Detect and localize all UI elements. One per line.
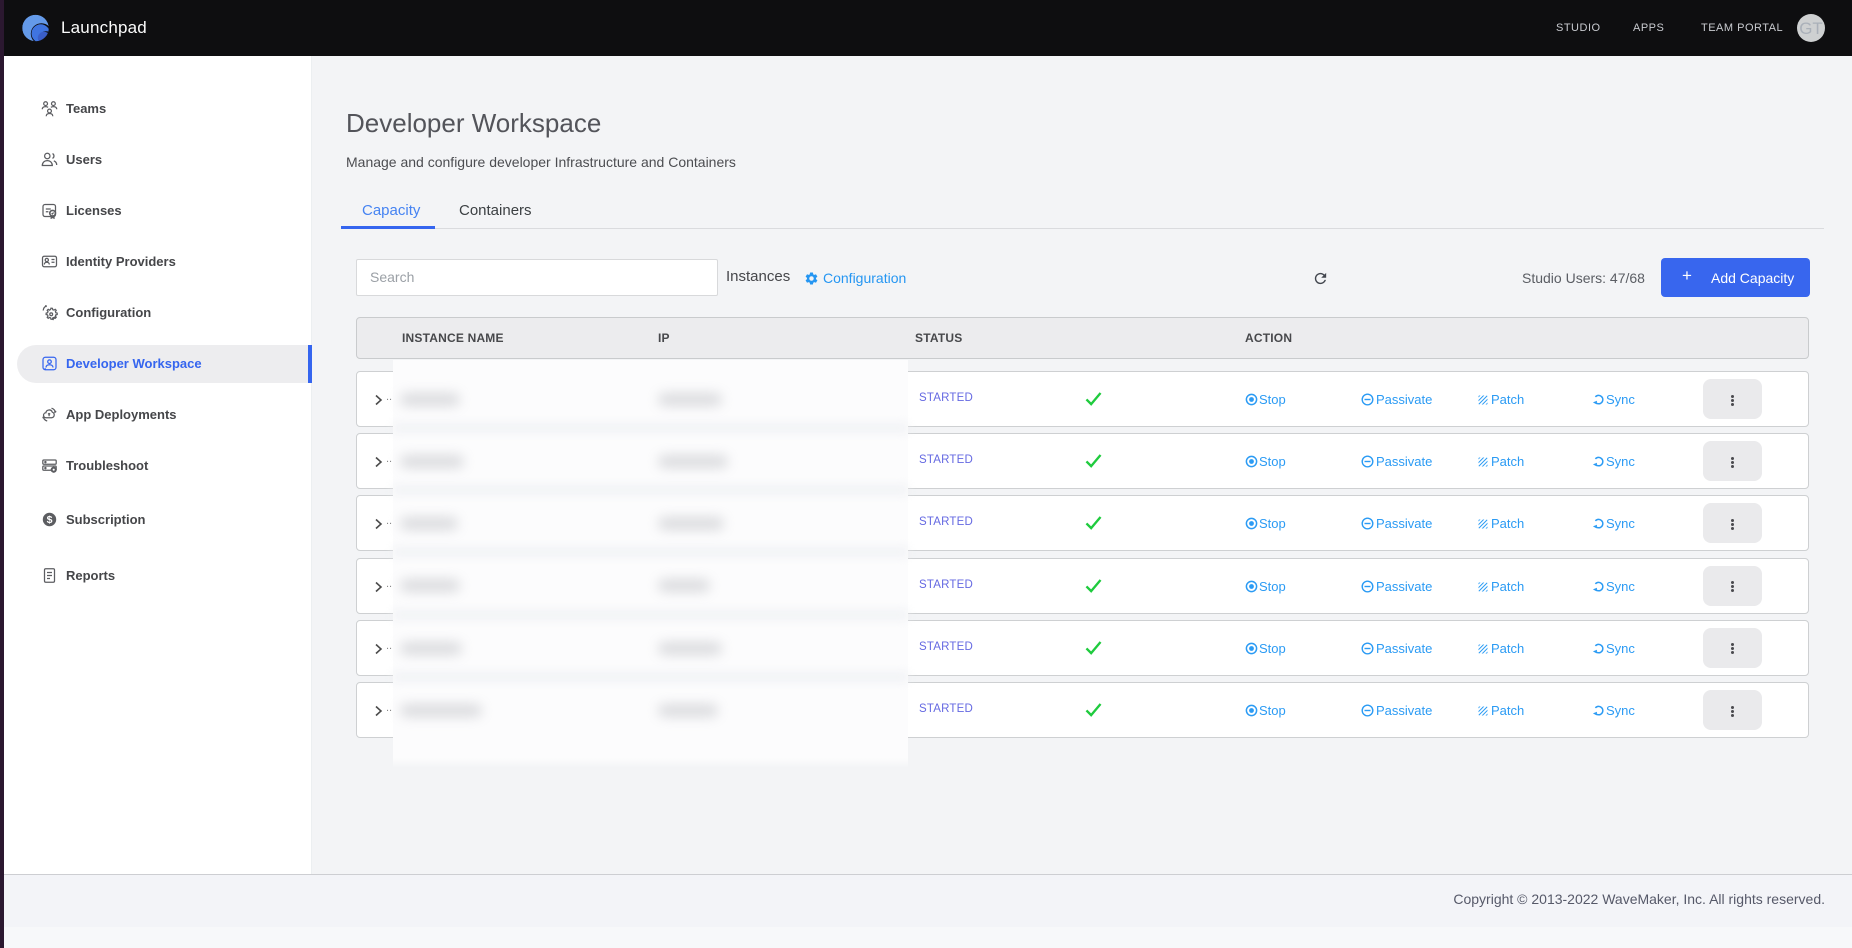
svg-text:$: $ (47, 514, 53, 526)
